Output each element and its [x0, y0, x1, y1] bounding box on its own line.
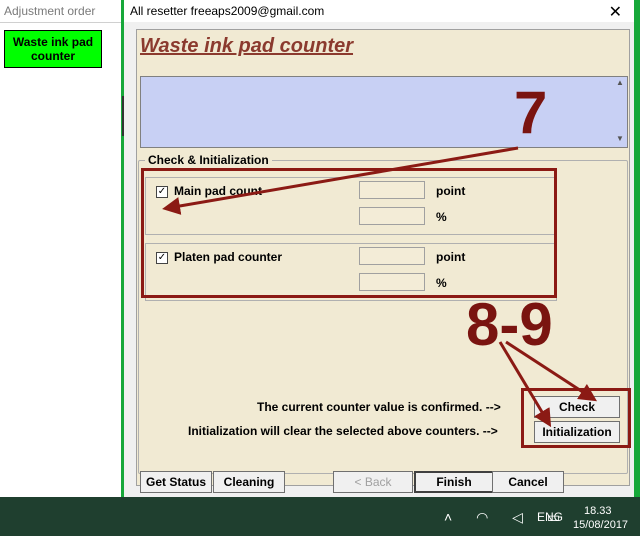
adjustment-order-title: Adjustment order	[4, 4, 96, 18]
info-textbox[interactable]: ▲ ▼	[140, 76, 628, 148]
page-title: Waste ink pad counter	[140, 35, 354, 57]
resetter-titlebar: All resetter freeaps2009@gmail.com ✕	[124, 0, 634, 22]
language-indicator[interactable]: ENG	[537, 510, 563, 524]
annotation-box-buttons	[521, 388, 631, 448]
annotation-box-counters	[141, 168, 557, 298]
group-label: Check & Initialization	[145, 153, 272, 167]
annotation-step-8-9: 8-9	[466, 291, 553, 358]
back-button[interactable]: < Back	[333, 471, 413, 493]
close-icon[interactable]: ✕	[609, 2, 622, 22]
finish-button[interactable]: Finish	[414, 471, 494, 493]
resetter-title: All resetter freeaps2009@gmail.com	[130, 4, 325, 18]
waste-ink-pad-counter-button[interactable]: Waste ink pad counter	[4, 30, 102, 68]
cleaning-button[interactable]: Cleaning	[213, 471, 285, 493]
cancel-button[interactable]: Cancel	[492, 471, 564, 493]
check-message: The current counter value is confirmed. …	[257, 400, 501, 414]
taskbar: ˄ ◠ ◁ ▭ ENG 18.33 15/08/2017	[0, 497, 640, 536]
adjustment-order-body	[0, 23, 121, 497]
get-status-button[interactable]: Get Status	[140, 471, 212, 493]
clock-date[interactable]: 15/08/2017	[573, 519, 628, 531]
adjustment-order-titlebar: Adjustment order	[0, 0, 121, 23]
init-message: Initialization will clear the selected a…	[188, 424, 498, 438]
scroll-down-icon[interactable]: ▼	[614, 134, 626, 146]
scroll-up-icon[interactable]: ▲	[614, 78, 626, 90]
annotation-step-7: 7	[514, 79, 548, 146]
adjustment-order-window: Adjustment order Waste ink pad counter	[0, 0, 122, 497]
clock-time[interactable]: 18.33	[584, 505, 612, 517]
